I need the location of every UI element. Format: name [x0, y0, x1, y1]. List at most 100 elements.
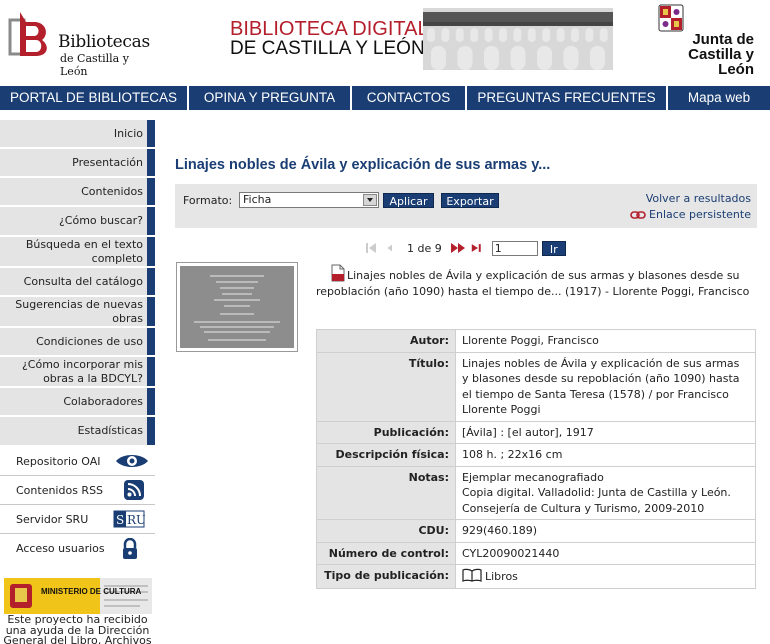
sidebar-item-consulta-catalogo[interactable]: Consulta del catálogo: [0, 268, 155, 297]
sidebar-link-rss[interactable]: Contenidos RSS: [0, 476, 155, 505]
sidebar-link-label: Acceso usuarios: [16, 542, 105, 555]
sidebar-link-label: Servidor SRU: [16, 512, 89, 526]
permalink-label: Enlace persistente: [649, 208, 751, 221]
field-value: 929(460.189): [455, 519, 756, 543]
site-title-line-2: DE CASTILLA Y LEÓN: [230, 38, 425, 59]
ministerio-cultura-logo[interactable]: MINISTERIO DE CULTURA: [0, 576, 155, 616]
bibliotecas-logo-mark-icon: [8, 12, 47, 56]
aqueduct-image: [423, 8, 613, 70]
document-thumbnail[interactable]: [176, 262, 298, 352]
junta-line-2: Castilla y León: [688, 46, 754, 78]
notes-line-2: Copia digital. Valladolid: Junta de Cast…: [462, 486, 731, 515]
chevron-down-icon[interactable]: [363, 194, 377, 206]
sidebar-item-contenidos[interactable]: Contenidos: [0, 178, 155, 207]
top-navigation: PORTAL DE BIBLIOTECAS OPINA Y PREGUNTA C…: [0, 86, 770, 110]
site-title: BIBLIOTECA DIGITAL DE CASTILLA Y LEÓN: [230, 19, 429, 59]
notes-line-1: Ejemplar mecanografiado: [462, 470, 604, 484]
bibliotecas-logo[interactable]: Bibliotecas de Castilla y León: [6, 8, 156, 78]
nav-preguntas-frecuentes[interactable]: PREGUNTAS FRECUENTES: [467, 86, 668, 110]
page-title: Linajes nobles de Ávila y explicación de…: [175, 157, 551, 173]
sidebar-item-label: Condiciones de uso: [36, 334, 143, 348]
sidebar-link-sru[interactable]: Servidor SRU S RU: [0, 505, 155, 534]
sidebar-link-label: Contenidos RSS: [16, 483, 104, 497]
site-title-line-1: BIBLIOTECA DIGITAL: [230, 18, 429, 40]
field-value: Libros: [455, 564, 756, 589]
format-select-value: Ficha: [243, 193, 272, 206]
sidebar-link-label: Repositorio OAI: [16, 454, 101, 468]
table-row: Publicación: [Ávila] : [el autor], 1917: [316, 420, 756, 444]
record-heading-text: Linajes nobles de Ávila y explicación de…: [316, 269, 750, 298]
sru-icon: S RU: [113, 510, 145, 528]
rss-icon: [124, 480, 144, 500]
nav-portal-bibliotecas[interactable]: PORTAL DE BIBLIOTECAS: [0, 86, 189, 110]
field-label: Descripción física:: [316, 443, 456, 467]
table-row: Notas: Ejemplar mecanografiado Copia dig…: [316, 465, 756, 520]
table-row: Descripción física: 108 h. ; 22x16 cm: [316, 443, 756, 467]
junta-logo[interactable]: Junta de Castilla y León: [650, 4, 760, 77]
record-heading: Linajes nobles de Ávila y explicación de…: [316, 264, 756, 300]
sidebar-item-label: Inicio: [113, 126, 143, 140]
field-label: Autor:: [316, 329, 456, 353]
sidebar-item-label: Búsqueda en el texto completo: [25, 237, 143, 265]
sidebar-item-label: Consulta del catálogo: [23, 274, 143, 288]
sidebar-item-busqueda-texto[interactable]: Búsqueda en el texto completo: [0, 237, 155, 268]
logo-line-2: de Castilla y León: [60, 52, 129, 78]
sidebar-item-label: Contenidos: [81, 184, 143, 198]
permalink-link[interactable]: Enlace persistente: [630, 208, 751, 221]
project-funding-text: Este proyecto ha recibido una ayuda de l…: [3, 613, 152, 644]
sidebar-item-inicio[interactable]: Inicio: [0, 120, 155, 149]
table-row: Título: Linajes nobles de Ávila y explic…: [316, 351, 756, 422]
book-icon: [462, 568, 482, 582]
field-label: Tipo de publicación:: [316, 564, 456, 589]
nav-contactos[interactable]: CONTACTOS: [352, 86, 467, 110]
nav-opina-y-pregunta[interactable]: OPINA Y PREGUNTA: [189, 86, 352, 110]
sidebar-item-label: Colaboradores: [63, 394, 143, 408]
sidebar-link-acceso[interactable]: Acceso usuarios: [0, 534, 155, 563]
sidebar-item-como-incorporar[interactable]: ¿Cómo incorporar mis obras a la BDCYL?: [0, 357, 155, 388]
record-details-table: Autor: Llorente Poggi, Francisco Título:…: [316, 329, 756, 589]
svg-text:S: S: [116, 513, 124, 527]
record-toolbar: Formato: Ficha Aplicar Exportar Volver a…: [175, 184, 757, 228]
table-row: Número de control: CYL20090021440: [316, 541, 756, 565]
sidebar-item-label: Estadísticas: [77, 424, 143, 437]
sidebar-item-estadisticas[interactable]: Estadísticas: [0, 417, 155, 447]
sidebar-item-label: ¿Cómo incorporar mis obras a la BDCYL?: [21, 357, 143, 385]
back-to-results-link[interactable]: Volver a resultados: [646, 192, 751, 205]
ministerio-crest-icon: MINISTERIO DE CULTURA: [0, 576, 155, 616]
oai-icon: [116, 455, 148, 467]
table-row: Tipo de publicación: Libros: [316, 564, 756, 589]
ministerio-label: MINISTERIO DE CULTURA: [41, 587, 142, 596]
sidebar-item-como-buscar[interactable]: ¿Cómo buscar?: [0, 207, 155, 237]
sidebar: Inicio Presentación Contenidos ¿Cómo bus…: [0, 120, 155, 563]
nav-mapa-web[interactable]: Mapa web: [668, 86, 770, 110]
sidebar-item-colaboradores[interactable]: Colaboradores: [0, 388, 155, 417]
field-label: Número de control:: [316, 541, 456, 565]
sidebar-item-sugerencias[interactable]: Sugerencias de nuevas obras: [0, 297, 155, 328]
record-pager: 1 de 9 1 Ir: [365, 240, 566, 256]
format-select[interactable]: Ficha: [239, 192, 379, 208]
site-header: Bibliotecas de Castilla y León BIBLIOTEC…: [0, 0, 770, 86]
field-label: CDU:: [316, 519, 456, 543]
lock-icon: [123, 537, 137, 559]
sidebar-item-label: ¿Cómo buscar?: [58, 214, 143, 227]
next-page-icon[interactable]: [450, 242, 468, 254]
last-page-icon[interactable]: [471, 242, 485, 254]
sidebar-item-label: Sugerencias de nuevas obras: [15, 297, 143, 325]
apply-button[interactable]: Aplicar: [383, 193, 434, 208]
first-page-icon[interactable]: [365, 242, 383, 254]
export-button[interactable]: Exportar: [441, 193, 499, 208]
page-number-input[interactable]: 1: [491, 240, 538, 256]
sidebar-item-condiciones[interactable]: Condiciones de uso: [0, 328, 155, 357]
svg-text:RU: RU: [127, 513, 145, 527]
page-position: 1 de 9: [407, 241, 442, 255]
document-icon[interactable]: [331, 264, 345, 282]
coat-of-arms-icon: [658, 4, 684, 32]
field-label: Título:: [316, 351, 456, 422]
previous-page-icon[interactable]: [386, 242, 398, 254]
sidebar-item-presentacion[interactable]: Presentación: [0, 149, 155, 178]
sidebar-link-oai[interactable]: Repositorio OAI: [0, 447, 155, 476]
publication-type: Libros: [485, 570, 518, 583]
go-button[interactable]: Ir: [541, 240, 566, 256]
logo-line-1: Bibliotecas: [58, 32, 150, 52]
link-chain-icon: [630, 211, 646, 219]
